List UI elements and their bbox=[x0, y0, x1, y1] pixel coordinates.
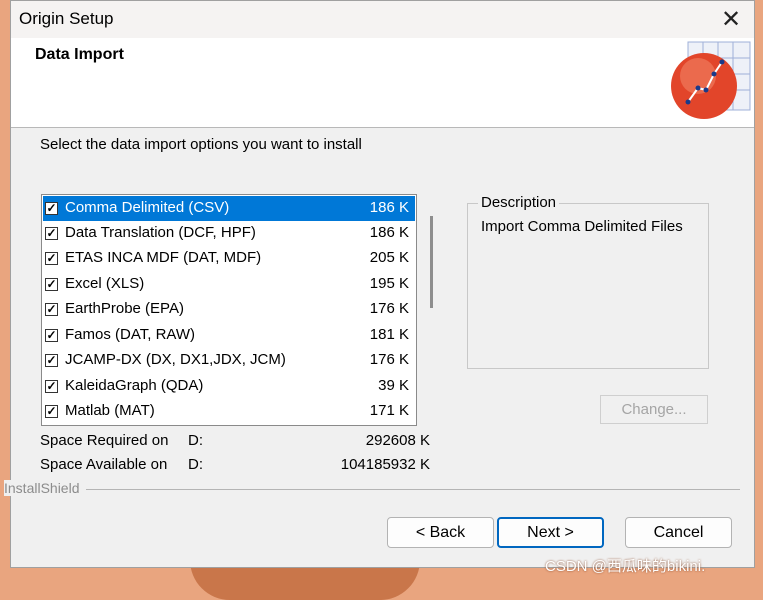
list-item-label: Data Translation (DCF, HPF) bbox=[65, 224, 256, 241]
list-item[interactable]: ✓ JCAMP-DX (DX, DX1,JDX, JCM) 176 K bbox=[43, 348, 415, 373]
description-title: Description bbox=[478, 194, 560, 211]
checkmark-icon[interactable]: ✓ bbox=[45, 303, 58, 316]
components-listbox[interactable]: ✓ Comma Delimited (CSV) 186 K ✓ Data Tra… bbox=[41, 194, 417, 426]
checkmark-icon[interactable]: ✓ bbox=[45, 329, 58, 342]
list-item[interactable]: ✓ Famos (DAT, RAW) 181 K bbox=[43, 323, 415, 348]
cancel-button[interactable]: Cancel bbox=[625, 517, 732, 548]
instruction-text: Select the data import options you want … bbox=[40, 136, 362, 153]
description-text: Import Comma Delimited Files bbox=[481, 218, 683, 235]
title-bar: Origin Setup ✕ bbox=[11, 1, 754, 38]
space-required-label: Space Required on bbox=[40, 432, 169, 449]
list-item[interactable]: ✓ EarthProbe (EPA) 176 K bbox=[43, 297, 415, 322]
list-item-label: Matlab (MAT) bbox=[65, 402, 155, 419]
list-item[interactable]: ✓ ETAS INCA MDF (DAT, MDF) 205 K bbox=[43, 246, 415, 271]
space-available-label: Space Available on bbox=[40, 456, 168, 473]
list-item-size: 205 K bbox=[369, 249, 409, 266]
list-item[interactable]: ✓ Comma Delimited (CSV) 186 K bbox=[43, 196, 415, 221]
watermark-text: CSDN @西瓜味的bikini. bbox=[545, 558, 706, 575]
next-button[interactable]: Next > bbox=[497, 517, 604, 548]
list-item-label: Famos (DAT, RAW) bbox=[65, 326, 195, 343]
space-required-value: 292608 K bbox=[365, 432, 430, 449]
space-available-value: 104185932 K bbox=[340, 456, 430, 473]
list-item-label: ETAS INCA MDF (DAT, MDF) bbox=[65, 249, 262, 266]
list-item-label: KaleidaGraph (QDA) bbox=[65, 377, 204, 394]
list-item-size: 186 K bbox=[369, 224, 409, 241]
checkmark-icon[interactable]: ✓ bbox=[45, 278, 58, 291]
close-icon: ✕ bbox=[720, 6, 742, 33]
list-item-size: 176 K bbox=[369, 300, 409, 317]
checkmark-icon[interactable]: ✓ bbox=[45, 380, 58, 393]
list-item-label: Excel (XLS) bbox=[65, 275, 145, 292]
checkmark-icon[interactable]: ✓ bbox=[45, 202, 58, 215]
list-item-size: 181 K bbox=[369, 326, 409, 343]
checkmark-icon[interactable]: ✓ bbox=[45, 227, 58, 240]
list-item-label: JCAMP-DX (DX, DX1,JDX, JCM) bbox=[65, 351, 286, 368]
list-item-size: 39 K bbox=[378, 377, 409, 394]
list-item[interactable]: ✓ Matlab (MAT) 171 K bbox=[43, 399, 415, 424]
footer-divider bbox=[4, 489, 740, 490]
back-button[interactable]: < Back bbox=[387, 517, 494, 548]
list-item-size: 195 K bbox=[369, 275, 409, 292]
list-item[interactable]: ✓ Data Translation (DCF, HPF) 186 K bbox=[43, 221, 415, 246]
origin-logo-icon bbox=[671, 41, 751, 119]
window-title: Origin Setup bbox=[19, 9, 114, 28]
list-item-label: EarthProbe (EPA) bbox=[65, 300, 184, 317]
page-title: Data Import bbox=[35, 46, 124, 63]
list-item[interactable]: ✓ KaleidaGraph (QDA) 39 K bbox=[43, 374, 415, 399]
list-item-size: 186 K bbox=[369, 199, 409, 216]
list-item-size: 171 K bbox=[369, 402, 409, 419]
header-panel: Data Import bbox=[11, 38, 754, 128]
installshield-brand: InstallShield bbox=[4, 480, 86, 496]
space-required-drive: D: bbox=[188, 432, 203, 449]
list-item-label: Comma Delimited (CSV) bbox=[65, 199, 230, 216]
list-item[interactable]: ✓ Excel (XLS) 195 K bbox=[43, 272, 415, 297]
checkmark-icon[interactable]: ✓ bbox=[45, 405, 58, 418]
list-item-size: 176 K bbox=[369, 351, 409, 368]
checkmark-icon[interactable]: ✓ bbox=[45, 252, 58, 265]
close-button[interactable]: ✕ bbox=[708, 1, 754, 38]
space-available-drive: D: bbox=[188, 456, 203, 473]
list-scrollbar[interactable] bbox=[430, 216, 433, 308]
checkmark-icon[interactable]: ✓ bbox=[45, 354, 58, 367]
change-button[interactable]: Change... bbox=[600, 395, 708, 424]
